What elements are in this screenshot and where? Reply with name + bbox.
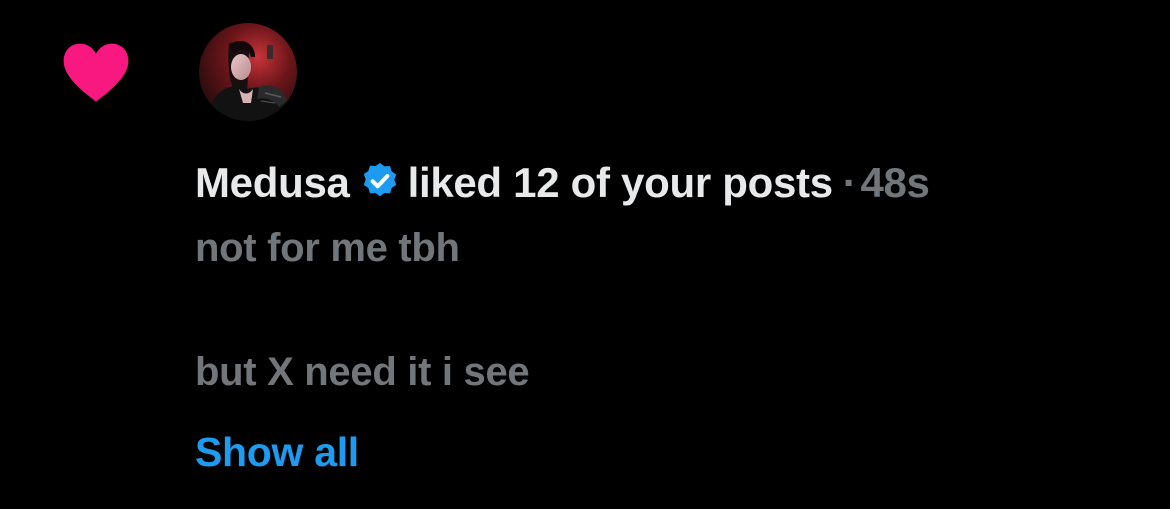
post-snippet-line-1: not for me tbh [195, 226, 460, 270]
like-notification[interactable]: Medusa liked 12 of your posts ·48s not fo… [0, 0, 1170, 509]
show-all-link[interactable]: Show all [195, 426, 359, 478]
avatar[interactable] [199, 23, 297, 121]
verified-badge-icon [360, 161, 400, 201]
action-text: liked 12 of your posts [407, 158, 833, 206]
user-name-link[interactable]: Medusa [195, 159, 350, 206]
heart-icon [62, 42, 130, 102]
post-snippet-line-2: but X need it i see [195, 350, 530, 394]
notification-headline: Medusa liked 12 of your posts ·48s [195, 152, 930, 211]
separator-dot: · [842, 158, 857, 206]
timestamp: 48s [860, 158, 930, 206]
